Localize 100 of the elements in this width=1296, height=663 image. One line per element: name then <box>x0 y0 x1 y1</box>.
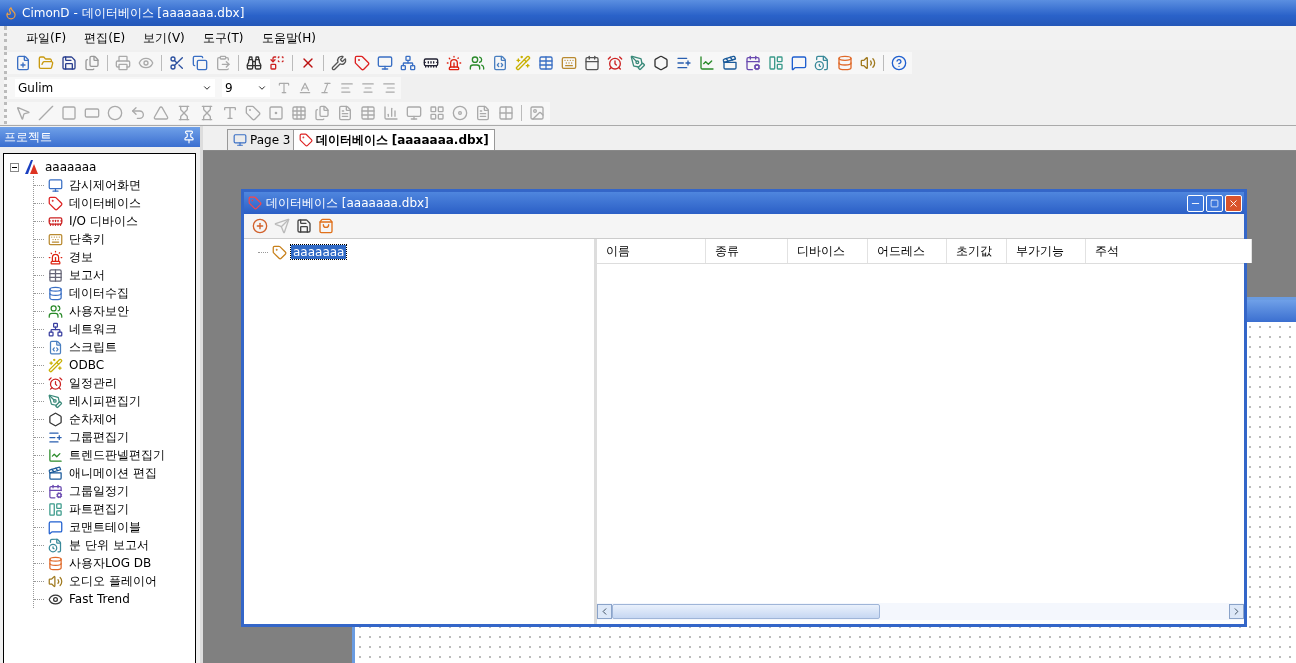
table-icon[interactable] <box>538 54 554 71</box>
scroll-right-button[interactable] <box>1229 604 1244 619</box>
scroll-thumb[interactable] <box>612 604 880 619</box>
align-right-icon[interactable] <box>382 80 396 95</box>
grid-icon[interactable] <box>429 104 445 121</box>
menu-item[interactable]: 도구(T) <box>193 27 253 49</box>
grid-icon[interactable] <box>291 104 307 121</box>
document-tab[interactable]: 데이터베이스 [aaaaaaa.dbx] <box>292 129 495 150</box>
circle-icon[interactable] <box>107 104 123 121</box>
menu-item[interactable]: 파일(F) <box>17 27 76 49</box>
document-icon[interactable] <box>475 104 491 121</box>
close-button[interactable] <box>1225 194 1242 212</box>
horizontal-scrollbar[interactable] <box>597 603 1244 620</box>
network-icon[interactable] <box>400 54 416 71</box>
font-dropdown[interactable]: Gulim <box>15 78 215 97</box>
bag-icon[interactable] <box>318 218 334 234</box>
size-dropdown[interactable]: 9 <box>222 78 270 97</box>
tree-item[interactable]: 트렌드판넬편집기 <box>67 446 167 464</box>
rectangle-icon[interactable] <box>61 104 77 121</box>
tree-item[interactable]: I/O 디바이스 <box>67 212 140 230</box>
hourglass-icon[interactable] <box>199 104 215 121</box>
italic-icon[interactable] <box>319 80 333 95</box>
tree-item[interactable]: 감시제어화면 <box>67 176 143 194</box>
tree-item[interactable]: 네트워크 <box>67 320 119 338</box>
table-icon[interactable] <box>360 104 376 121</box>
tree-item[interactable]: 레시피편집기 <box>67 392 143 410</box>
pen-icon[interactable] <box>630 54 646 71</box>
speaker-icon[interactable] <box>860 54 876 71</box>
tree-item[interactable]: 그룹일정기 <box>67 482 131 500</box>
calendar-icon[interactable] <box>745 54 761 71</box>
scroll-left-button[interactable] <box>597 604 612 619</box>
tree-item[interactable]: 오디오 플레이어 <box>67 572 159 590</box>
tree-item[interactable]: Fast Trend <box>67 592 132 606</box>
replace-icon[interactable] <box>269 54 285 71</box>
menu-item[interactable]: 편집(E) <box>75 27 135 49</box>
copy-icon[interactable] <box>192 54 208 71</box>
tree-item[interactable]: 분 단위 보고서 <box>67 536 151 554</box>
maximize-button[interactable] <box>1206 194 1223 212</box>
paste-icon[interactable] <box>215 54 231 71</box>
siren-icon[interactable] <box>446 54 462 71</box>
menu-item[interactable]: 도움말(H) <box>252 27 325 49</box>
font-icon[interactable] <box>277 80 291 95</box>
arc-icon[interactable] <box>130 104 146 121</box>
database-icon[interactable] <box>837 54 853 71</box>
chart-icon[interactable] <box>699 54 715 71</box>
calendar-icon[interactable] <box>584 54 600 71</box>
monitor-icon[interactable] <box>377 54 393 71</box>
pin-icon[interactable] <box>182 130 196 144</box>
tree-item[interactable]: 순차제어 <box>67 410 119 428</box>
pointer-icon[interactable] <box>15 104 31 121</box>
files-icon[interactable] <box>314 104 330 121</box>
hexagon-icon[interactable] <box>653 54 669 71</box>
tree-item[interactable]: 코맨트테이블 <box>67 518 143 536</box>
wand-icon[interactable] <box>515 54 531 71</box>
save-icon[interactable] <box>296 218 312 234</box>
add-icon[interactable] <box>252 218 268 234</box>
binoculars-icon[interactable] <box>246 54 262 71</box>
layout-icon[interactable] <box>768 54 784 71</box>
tree-item[interactable]: 파트편집기 <box>67 500 131 518</box>
polygon-icon[interactable] <box>153 104 169 121</box>
image-icon[interactable] <box>529 104 545 121</box>
tree-item[interactable]: 데이터베이스 <box>67 194 143 212</box>
cut-icon[interactable] <box>169 54 185 71</box>
tree-item[interactable]: 일정관리 <box>67 374 119 392</box>
collapse-icon[interactable] <box>10 162 19 172</box>
tree-item[interactable]: 사용자보안 <box>67 302 131 320</box>
help-icon[interactable] <box>891 54 907 71</box>
users-icon[interactable] <box>469 54 485 71</box>
tag-icon[interactable] <box>245 104 261 121</box>
tree-item[interactable]: 경보 <box>67 248 95 266</box>
align-left-icon[interactable] <box>340 80 354 95</box>
tree-item[interactable]: aaaaaaa <box>43 160 99 174</box>
document-icon[interactable] <box>337 104 353 121</box>
grid-icon[interactable] <box>498 104 514 121</box>
tree-item[interactable]: 사용자LOG DB <box>67 554 154 572</box>
keyboard-icon[interactable] <box>561 54 577 71</box>
disc-icon[interactable] <box>452 104 468 121</box>
clapperboard-icon[interactable] <box>722 54 738 71</box>
save-icon[interactable] <box>61 54 77 71</box>
tag-icon[interactable] <box>354 54 370 71</box>
script-icon[interactable] <box>492 54 508 71</box>
tree-item[interactable]: 데이터수집 <box>67 284 131 302</box>
align-center-icon[interactable] <box>361 80 375 95</box>
file-plus-icon[interactable] <box>15 54 31 71</box>
tools-icon[interactable] <box>331 54 347 71</box>
monitor-icon[interactable] <box>406 104 422 121</box>
tree-item[interactable]: 애니메이션 편집 <box>67 464 159 482</box>
hourglass-icon[interactable] <box>176 104 192 121</box>
tree-item[interactable]: 보고서 <box>67 266 107 284</box>
printer-icon[interactable] <box>115 54 131 71</box>
tree-item[interactable]: 단축키 <box>67 230 107 248</box>
tree-item[interactable]: ODBC <box>67 358 107 372</box>
send-icon[interactable] <box>274 218 290 234</box>
underline-icon[interactable] <box>298 80 312 95</box>
menu-item[interactable]: 보기(V) <box>134 27 194 49</box>
line-icon[interactable] <box>38 104 54 121</box>
tree-item[interactable]: aaaaaaa <box>291 245 347 259</box>
minimize-button[interactable] <box>1187 194 1204 212</box>
clock-icon[interactable] <box>607 54 623 71</box>
tree-item[interactable]: 스크립트 <box>67 338 119 356</box>
